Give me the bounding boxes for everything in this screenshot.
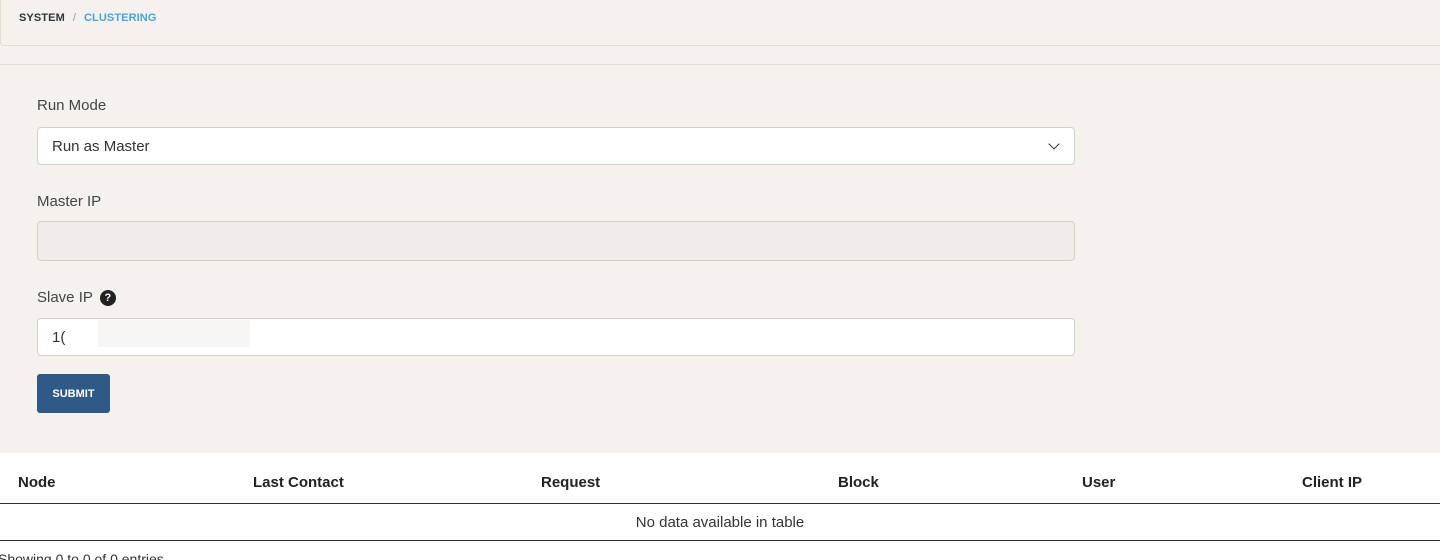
breadcrumb-separator: / bbox=[72, 12, 76, 24]
nodes-table: Node Last Contact Request Block User Cli… bbox=[0, 453, 1440, 560]
column-header-request[interactable]: Request bbox=[541, 474, 600, 491]
slave-ip-label-text: Slave IP bbox=[37, 289, 93, 306]
run-mode-selected-value: Run as Master bbox=[52, 137, 150, 155]
table-header: Node Last Contact Request Block User Cli… bbox=[0, 453, 1440, 504]
slave-ip-input[interactable]: 1( bbox=[37, 318, 1075, 356]
column-header-user[interactable]: User bbox=[1082, 474, 1115, 491]
empty-table-row: No data available in table bbox=[0, 504, 1440, 541]
column-header-client-ip[interactable]: Client IP bbox=[1302, 474, 1362, 491]
column-header-block[interactable]: Block bbox=[838, 474, 879, 491]
master-ip-input[interactable] bbox=[37, 221, 1075, 261]
slave-ip-value: 1( bbox=[52, 328, 66, 346]
breadcrumb-clustering[interactable]: CLUSTERING bbox=[84, 12, 157, 24]
breadcrumb-bar: SYSTEM / CLUSTERING bbox=[0, 0, 1440, 46]
master-ip-label: Master IP bbox=[37, 193, 102, 210]
clustering-form-panel: Run Mode Run as Master Master IP Slave I… bbox=[0, 64, 1440, 453]
redaction-block bbox=[98, 320, 250, 347]
empty-table-message: No data available in table bbox=[635, 513, 805, 531]
table-info: Showing 0 to 0 of 0 entries bbox=[0, 551, 164, 560]
help-icon[interactable]: ? bbox=[99, 289, 116, 306]
chevron-down-icon bbox=[1048, 138, 1060, 150]
submit-button[interactable]: SUBMIT bbox=[37, 374, 110, 413]
column-header-last-contact[interactable]: Last Contact bbox=[253, 474, 344, 491]
column-header-node[interactable]: Node bbox=[18, 474, 56, 491]
run-mode-label: Run Mode bbox=[37, 97, 107, 114]
breadcrumb: SYSTEM / CLUSTERING bbox=[19, 12, 157, 24]
run-mode-select[interactable]: Run as Master bbox=[37, 127, 1075, 165]
breadcrumb-system[interactable]: SYSTEM bbox=[19, 12, 65, 24]
slave-ip-label: Slave IP ? bbox=[37, 289, 116, 306]
